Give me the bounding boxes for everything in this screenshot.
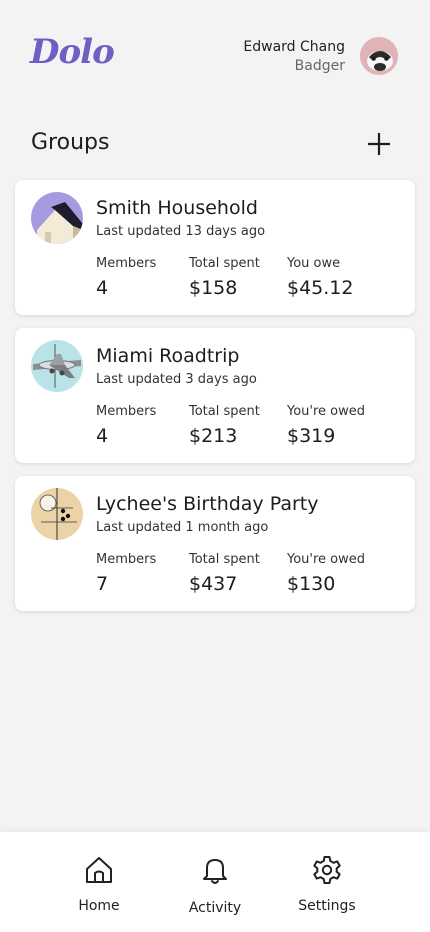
balance-stat: You're owed $319 [287, 404, 365, 450]
members-stat: Members 7 [96, 552, 156, 598]
nav-home[interactable]: Home [59, 854, 139, 914]
total-spent-value: $158 [189, 277, 238, 299]
abstract-art-icon [31, 488, 83, 540]
nav-activity-label: Activity [188, 900, 242, 916]
members-value: 4 [96, 277, 109, 299]
group-name: Miami Roadtrip [96, 345, 240, 367]
group-updated: Last updated 3 days ago [96, 372, 257, 387]
nav-activity[interactable]: Activity [175, 854, 255, 916]
app-root: Dolo Edward Chang Badger Groups Smith Ho… [0, 0, 430, 932]
members-label: Members [96, 552, 157, 567]
house-icon [31, 192, 83, 244]
user-info[interactable]: Edward Chang Badger [243, 38, 345, 76]
group-updated: Last updated 13 days ago [96, 224, 266, 239]
members-value: 7 [96, 573, 109, 595]
balance-stat: You're owed $130 [287, 552, 365, 598]
total-spent-stat: Total spent $158 [189, 256, 260, 302]
group-name: Smith Household [96, 197, 258, 219]
airplane-icon [31, 340, 83, 392]
group-image [31, 488, 83, 540]
balance-label: You're owed [287, 404, 366, 419]
total-spent-value: $437 [189, 573, 238, 595]
bell-icon [203, 859, 227, 884]
members-label: Members [96, 404, 157, 419]
app-logo[interactable]: Dolo [30, 32, 115, 72]
total-spent-value: $213 [189, 425, 238, 447]
nav-settings[interactable]: Settings [287, 854, 367, 914]
avatar[interactable] [360, 37, 398, 75]
bottom-nav: Home Activity Settings [0, 832, 430, 932]
members-stat: Members 4 [96, 256, 156, 302]
group-card-smith-household[interactable]: Smith Household Last updated 13 days ago… [15, 180, 415, 315]
total-spent-label: Total spent [189, 552, 260, 567]
group-card-lychees-birthday-party[interactable]: Lychee's Birthday Party Last updated 1 m… [15, 476, 415, 611]
total-spent-label: Total spent [189, 256, 260, 271]
members-label: Members [96, 256, 157, 271]
group-image [31, 192, 83, 244]
members-stat: Members 4 [96, 404, 156, 450]
plus-icon [368, 133, 390, 155]
group-updated: Last updated 1 month ago [96, 520, 269, 535]
balance-value: $319 [287, 425, 336, 447]
total-spent-stat: Total spent $437 [189, 552, 260, 598]
gear-icon [313, 856, 341, 884]
user-subtitle: Badger [294, 58, 345, 74]
group-name: Lychee's Birthday Party [96, 493, 319, 515]
members-value: 4 [96, 425, 109, 447]
balance-label: You're owed [287, 552, 366, 567]
total-spent-label: Total spent [189, 404, 260, 419]
groups-title: Groups [31, 130, 110, 155]
balance-value: $130 [287, 573, 336, 595]
group-image [31, 340, 83, 392]
total-spent-stat: Total spent $213 [189, 404, 260, 450]
header: Dolo Edward Chang Badger [0, 0, 430, 110]
balance-value: $45.12 [287, 277, 354, 299]
balance-stat: You owe $45.12 [287, 256, 353, 302]
nav-home-label: Home [78, 898, 120, 914]
balance-label: You owe [287, 256, 341, 271]
group-card-miami-roadtrip[interactable]: Miami Roadtrip Last updated 3 days ago M… [15, 328, 415, 463]
add-group-button[interactable] [365, 130, 393, 158]
nav-settings-label: Settings [298, 898, 356, 914]
home-icon [86, 857, 112, 883]
user-name: Edward Chang [243, 39, 345, 55]
badger-avatar-icon [360, 37, 398, 75]
